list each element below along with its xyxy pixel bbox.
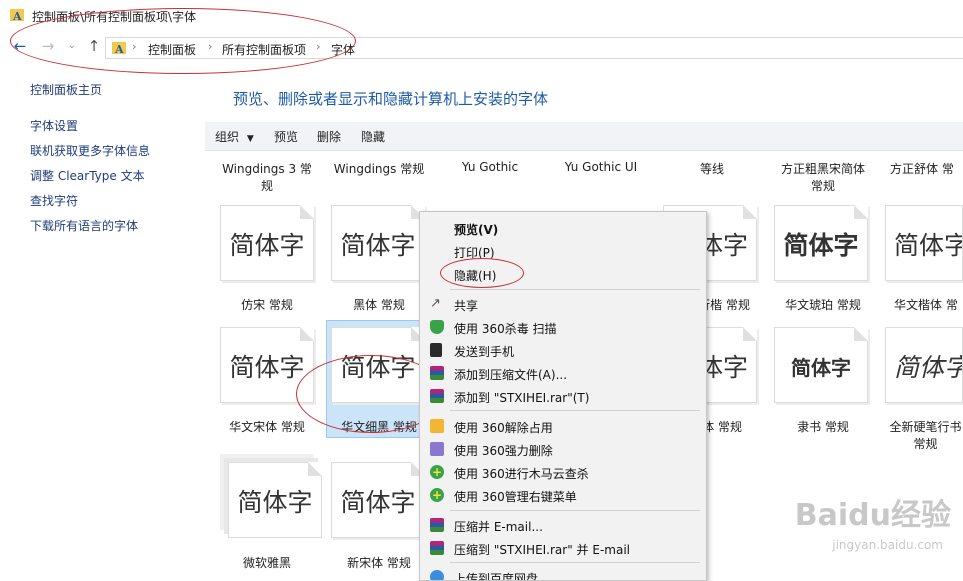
font-tile-fangsong[interactable]: 简体字 <box>220 205 314 281</box>
font-label[interactable]: 新宋体 常规 <box>327 554 431 571</box>
winrar-icon <box>430 366 444 380</box>
menu-item-baidu-cloud[interactable]: 上传到百度网盘 <box>420 566 706 580</box>
organize-label: 组织 <box>215 130 240 144</box>
menu-separator <box>450 510 700 511</box>
winrar-icon <box>430 541 444 555</box>
menu-item-add-to-rar[interactable]: 添加到 "STXIHEI.rar"(T) <box>420 385 706 407</box>
font-label[interactable]: 方正舒体 常 <box>890 160 963 177</box>
watermark-url: jingyan.baidu.com <box>832 538 943 552</box>
font-tile-yahei[interactable]: 简体字 <box>228 462 322 538</box>
menu-item-compress-rar-email[interactable]: 压缩到 "STXIHEI.rar" 并 E-mail <box>420 537 706 559</box>
share-icon: ↗ <box>430 296 441 311</box>
control-panel-home-link[interactable]: 控制面板主页 <box>30 81 102 98</box>
page-title: 预览、删除或者显示和隐藏计算机上安装的字体 <box>233 90 549 108</box>
menu-separator <box>450 289 700 290</box>
font-label[interactable]: 黑体 常规 <box>327 296 431 313</box>
menu-item-send-to-phone[interactable]: 发送到手机 <box>420 339 706 361</box>
character-map-link[interactable]: 查找字符 <box>30 192 78 209</box>
font-label[interactable]: 隶书 常规 <box>771 418 875 435</box>
preview-button[interactable]: 预览 <box>274 128 298 145</box>
font-tile-yingbi[interactable]: 简体字 <box>885 327 963 403</box>
menu-item-360-unlock[interactable]: 使用 360解除占用 <box>420 415 706 437</box>
fonts-folder-icon: A <box>10 9 24 22</box>
font-label[interactable]: 方正粗黑宋简体 常规 <box>771 160 875 194</box>
menu-separator <box>450 562 700 563</box>
menu-item-360-trojan[interactable]: + 使用 360进行木马云查杀 <box>420 461 706 483</box>
winrar-icon <box>430 518 444 532</box>
menu-separator <box>450 410 700 411</box>
menu-item-360-delete[interactable]: 使用 360强力删除 <box>420 438 706 460</box>
dropdown-arrow-icon: ▼ <box>246 134 254 144</box>
annotation-ellipse <box>440 258 524 288</box>
winrar-icon <box>430 389 444 403</box>
font-label[interactable]: Yu Gothic <box>438 160 542 174</box>
command-bar: 组织 ▼ 预览 删除 隐藏 <box>205 122 963 151</box>
download-fonts-link[interactable]: 下载所有语言的字体 <box>30 217 138 234</box>
font-settings-link[interactable]: 字体设置 <box>30 117 78 134</box>
menu-item-360-menu[interactable]: + 使用 360管理右键菜单 <box>420 484 706 506</box>
menu-item-360-scan[interactable]: 使用 360杀毒 扫描 <box>420 316 706 338</box>
font-tile-xinsong[interactable]: 简体字 <box>331 462 425 538</box>
delete-button[interactable]: 删除 <box>317 128 341 145</box>
watermark-brand: Baidu经验 <box>794 498 951 533</box>
360-unlock-icon <box>430 419 444 433</box>
annotation-ellipse <box>10 8 356 74</box>
font-label[interactable]: 华文楷体 常 <box>894 296 963 313</box>
font-tile-lishu[interactable]: 简体字 <box>774 327 868 403</box>
menu-item-preview[interactable]: 预览(V) <box>420 217 706 239</box>
menu-item-add-to-archive[interactable]: 添加到压缩文件(A)... <box>420 362 706 384</box>
360-antivirus-icon <box>430 320 444 334</box>
360-menu-icon: + <box>430 488 444 502</box>
baidu-cloud-icon <box>430 570 444 580</box>
font-label[interactable]: Yu Gothic UI <box>549 160 653 174</box>
menu-item-compress-email[interactable]: 压缩并 E-mail... <box>420 514 706 536</box>
font-label[interactable]: 仿宋 常规 <box>215 296 319 313</box>
cleartype-link[interactable]: 调整 ClearType 文本 <box>30 167 145 184</box>
svg-text:A: A <box>12 10 22 22</box>
online-font-info-link[interactable]: 联机获取更多字体信息 <box>30 142 150 159</box>
font-label[interactable]: Wingdings 3 常规 <box>215 160 319 194</box>
font-label[interactable]: Wingdings 常规 <box>327 160 431 177</box>
font-tile-kaiti[interactable]: 简体字 <box>885 205 963 281</box>
hide-button[interactable]: 隐藏 <box>361 128 385 145</box>
360-trojan-icon: + <box>430 465 444 479</box>
font-label[interactable]: 等线 <box>660 160 764 177</box>
font-label[interactable]: 全新硬笔行书 常规 <box>888 418 963 452</box>
menu-item-share[interactable]: ↗ 共享 <box>420 293 706 315</box>
360-delete-icon <box>430 442 444 456</box>
font-label[interactable]: 微软雅黑 <box>215 554 319 571</box>
font-tile-hupo[interactable]: 简体字 <box>774 205 868 281</box>
organize-menu-button[interactable]: 组织 ▼ <box>215 128 254 145</box>
send-to-phone-icon <box>430 343 442 357</box>
font-label[interactable]: 华文宋体 常规 <box>215 418 319 435</box>
font-tile-heiti[interactable]: 简体字 <box>331 205 425 281</box>
font-label[interactable]: 华文琥珀 常规 <box>771 296 875 313</box>
